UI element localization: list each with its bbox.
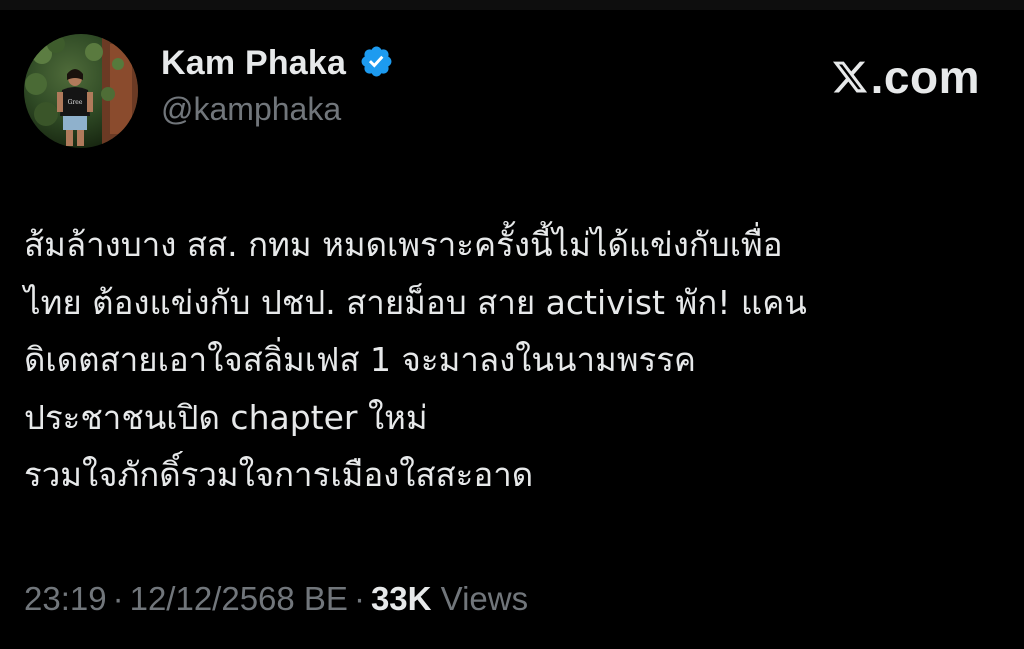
post-text: ส้มล้างบาง สส. กทม หมดเพราะครั้งนี้ไม่ได… <box>24 216 999 504</box>
avatar-photo: Gree <box>24 34 138 148</box>
x-logo-icon <box>831 58 869 96</box>
meta-separator: · <box>353 580 365 617</box>
verified-badge-icon <box>359 44 394 79</box>
avatar[interactable]: Gree <box>24 34 138 148</box>
author-block: Kam Phaka @kamphaka <box>161 44 394 128</box>
top-strip <box>0 0 1024 10</box>
post-meta: 23:19 · 12/12/2568 BE · 33K Views <box>24 580 528 618</box>
svg-text:Gree: Gree <box>68 99 83 106</box>
post-text-line: ไทย ต้องแข่งกับ ปชป. สายม็อบ สาย activis… <box>24 282 807 322</box>
post-date[interactable]: 12/12/2568 BE <box>130 580 348 617</box>
views-count[interactable]: 33K <box>371 580 432 617</box>
author-display-name[interactable]: Kam Phaka <box>161 44 346 83</box>
post-text-line: รวมใจภักดิ์รวมใจการเมืองใสสะอาด <box>24 455 534 494</box>
views-label: Views <box>440 580 529 617</box>
post-header: Gree Kam Phaka @kamphaka .com <box>24 30 1000 150</box>
post-time[interactable]: 23:19 <box>24 580 107 617</box>
post-text-line: ดิเดตสายเอาใจสลิ่มเฟส 1 จะมาลงในนามพรรค <box>24 340 697 379</box>
meta-separator: · <box>112 580 124 617</box>
brand-domain: .com <box>870 51 980 103</box>
x-brand-watermark: .com <box>831 50 980 104</box>
post-text-line: ประชาชนเปิด chapter ใหม่ <box>24 397 428 437</box>
author-handle[interactable]: @kamphaka <box>161 91 394 128</box>
post-text-line: ส้มล้างบาง สส. กทม หมดเพราะครั้งนี้ไม่ได… <box>24 225 783 264</box>
